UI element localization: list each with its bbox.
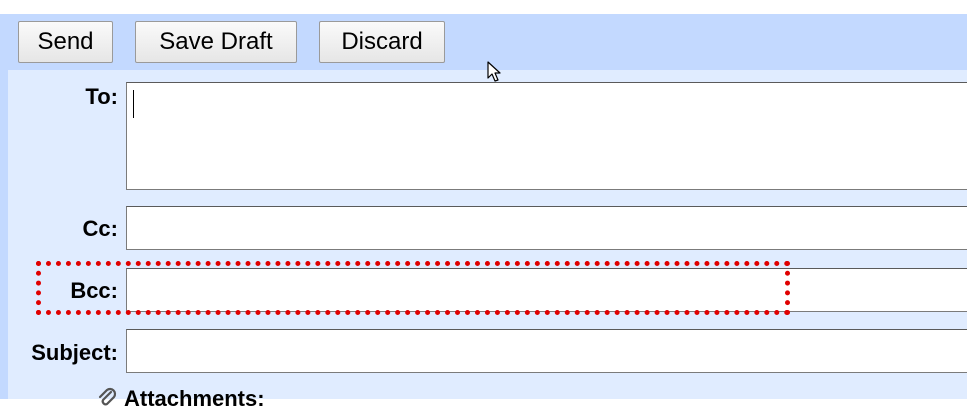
attachments-label[interactable]: Attachments: — [124, 386, 265, 412]
discard-button[interactable]: Discard — [319, 21, 445, 63]
cc-label: Cc: — [82, 216, 118, 241]
to-field[interactable] — [126, 82, 967, 190]
mouse-pointer-icon — [487, 61, 501, 82]
to-label: To: — [85, 84, 118, 109]
send-button[interactable]: Send — [18, 21, 113, 63]
cc-field[interactable] — [126, 206, 967, 250]
paperclip-icon[interactable] — [95, 386, 119, 410]
subject-label: Subject: — [31, 340, 118, 365]
top-strip — [0, 0, 967, 14]
save-draft-button[interactable]: Save Draft — [135, 21, 297, 63]
text-caret — [133, 90, 134, 118]
subject-field[interactable] — [126, 329, 967, 373]
bcc-highlight-box — [36, 261, 790, 315]
